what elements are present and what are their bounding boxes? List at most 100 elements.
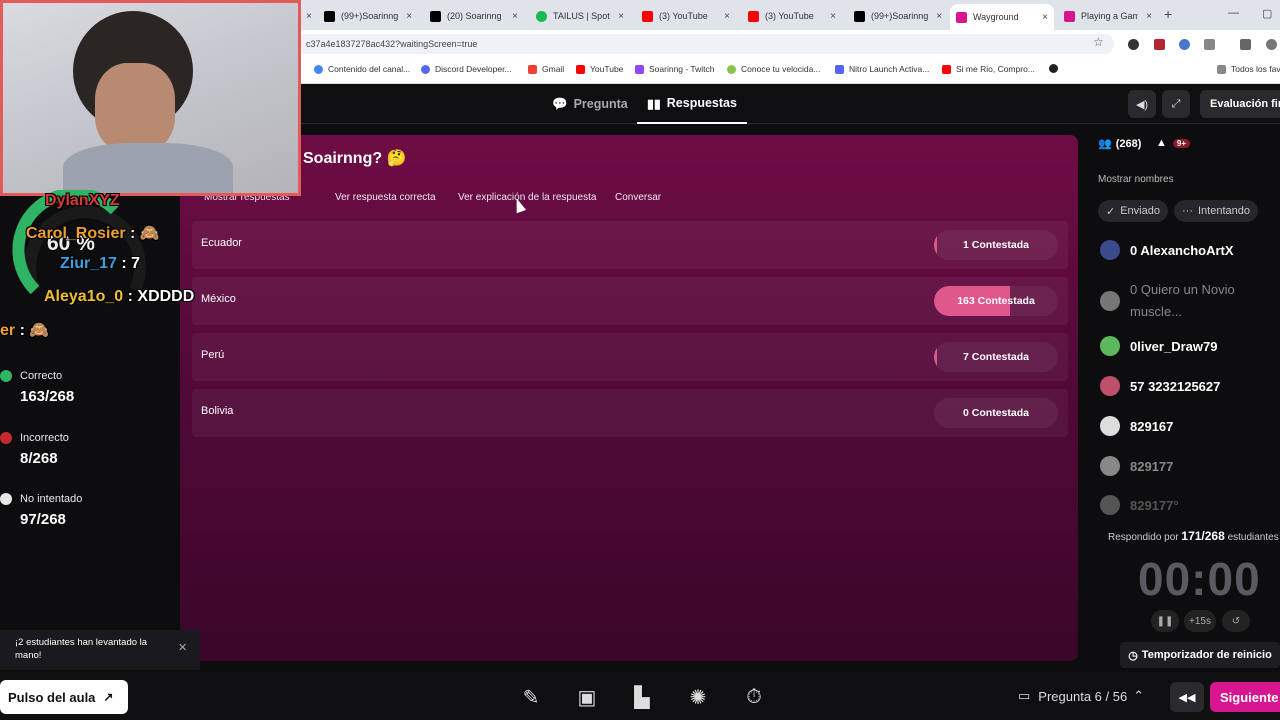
reset-button[interactable]: ↺ bbox=[1222, 610, 1250, 632]
bookmark-label: Nitro Launch Activa... bbox=[849, 64, 930, 74]
class-pulse-button[interactable]: Pulso del aula ↗ bbox=[0, 680, 128, 714]
bookmark-item[interactable]: Contenido del canal... bbox=[314, 64, 410, 74]
alerts-indicator[interactable]: ▲ 9+ bbox=[1156, 137, 1191, 149]
answered-summary: Respondido por 171/268 estudiantes bbox=[1108, 529, 1279, 543]
bookmark-item[interactable]: Gmail bbox=[528, 64, 564, 74]
student-item[interactable]: 0 AlexanchoArtX bbox=[1100, 235, 1234, 265]
volume-button[interactable]: ◀) bbox=[1128, 90, 1156, 118]
student-item[interactable]: 829177 bbox=[1100, 451, 1173, 481]
check-circle-icon bbox=[0, 370, 12, 382]
show-names-toggle[interactable]: Mostrar nombres bbox=[1098, 174, 1174, 185]
close-icon[interactable]: × bbox=[716, 11, 730, 22]
speedtest-icon bbox=[727, 64, 736, 74]
browser-tab[interactable]: (3) YouTube × bbox=[636, 5, 736, 27]
maximize-icon[interactable]: ▢ bbox=[1262, 7, 1272, 20]
browser-tab[interactable]: (99+)Soarinng × bbox=[318, 5, 418, 27]
answered-label: Respondido por bbox=[1108, 532, 1179, 543]
filter-sent-chip[interactable]: ✓ Enviado bbox=[1098, 200, 1168, 222]
close-icon[interactable]: × bbox=[928, 11, 942, 22]
url-text: c37a4e1837278ac432?waitingScreen=true bbox=[306, 39, 478, 49]
browser-tab[interactable]: TAILUS | Spotify× bbox=[530, 5, 630, 27]
browser-tab[interactable]: (20) Soarinng × bbox=[424, 5, 524, 27]
bookmark-label: Soarinng - Twitch bbox=[649, 64, 715, 74]
close-icon[interactable]: × bbox=[1138, 11, 1152, 22]
url-field[interactable]: c37a4e1837278ac432?waitingScreen=true bbox=[296, 34, 1114, 54]
option-label: México bbox=[201, 293, 236, 305]
restart-timer-button[interactable]: ◷ Temporizador de reinicio bbox=[1120, 642, 1280, 668]
extension-icon[interactable] bbox=[1179, 39, 1190, 50]
previous-button[interactable]: ◀◀ bbox=[1170, 682, 1204, 712]
show-correct-answer-button[interactable]: Ver respuesta correcta bbox=[335, 186, 436, 208]
tab-partial[interactable]: × bbox=[300, 5, 312, 27]
bookmark-star-icon[interactable]: ☆ bbox=[1093, 35, 1104, 49]
close-icon[interactable]: × bbox=[1034, 12, 1048, 23]
profile-icon[interactable] bbox=[1266, 39, 1277, 50]
close-icon[interactable]: ✕ bbox=[178, 642, 187, 655]
action-label: Ver explicación de la respuesta bbox=[458, 191, 597, 203]
bookmark-item[interactable]: Si me Rio, Compro... bbox=[942, 64, 1035, 74]
discuss-button[interactable]: Conversar bbox=[615, 186, 661, 208]
bookmark-item[interactable]: Soarinng - Twitch bbox=[635, 64, 715, 74]
filter-trying-chip[interactable]: ··· Intentando bbox=[1174, 200, 1258, 222]
media-icon[interactable] bbox=[1240, 39, 1251, 50]
student-item[interactable]: 0liver_Draw79 bbox=[1100, 331, 1217, 361]
youtube-icon bbox=[942, 64, 951, 74]
stat-value: 8/268 bbox=[20, 450, 58, 467]
close-icon[interactable]: × bbox=[610, 11, 624, 22]
reset-icon: ↺ bbox=[1231, 615, 1241, 627]
answer-option-row: Bolivia 0 Contestada bbox=[192, 389, 1068, 437]
student-item[interactable]: 829177° bbox=[1100, 490, 1179, 520]
bookmark-label: Contenido del canal... bbox=[328, 64, 411, 74]
new-tab-icon[interactable]: + bbox=[1164, 6, 1172, 22]
timer-icon[interactable]: ⏱ bbox=[737, 682, 771, 712]
tab-question[interactable]: 💬 Pregunta bbox=[552, 84, 628, 124]
question-counter[interactable]: ▭ Pregunta 6 / 56 ⌃ bbox=[1018, 688, 1144, 704]
spinner-wheel-icon[interactable]: ✺ bbox=[681, 682, 715, 712]
globe-icon[interactable] bbox=[1049, 64, 1063, 73]
stat-label: Correcto bbox=[20, 370, 63, 382]
extension-icon[interactable] bbox=[1128, 39, 1139, 50]
bookmark-folder[interactable]: Todos los fav bbox=[1217, 64, 1280, 74]
close-icon[interactable]: × bbox=[306, 11, 312, 22]
student-item[interactable]: 0 Quiero un Novio muscle... bbox=[1100, 279, 1250, 323]
minimize-icon[interactable]: — bbox=[1228, 7, 1239, 19]
puzzle-icon[interactable] bbox=[1204, 39, 1215, 50]
close-icon[interactable]: × bbox=[398, 11, 412, 22]
final-evaluation-button[interactable]: Evaluación final bbox=[1200, 90, 1280, 118]
bookmark-item[interactable]: Nitro Launch Activa... bbox=[835, 64, 929, 74]
question-title: Soairnng? 🤔 bbox=[303, 148, 406, 168]
twitch-icon bbox=[635, 64, 644, 74]
student-item[interactable]: 829167 bbox=[1100, 411, 1173, 441]
show-explanation-button[interactable]: Ver explicación de la respuesta bbox=[458, 186, 596, 208]
stairs-icon[interactable]: ▙ bbox=[625, 682, 659, 712]
chat-line: er : 🙈 bbox=[0, 320, 49, 340]
answer-option-row: Perú 7 Contestada bbox=[192, 333, 1068, 381]
add-time-button[interactable]: +15s bbox=[1184, 610, 1216, 632]
tab-label: (99+)Soarinng bbox=[871, 11, 929, 21]
browser-tab[interactable]: (3) YouTube × bbox=[742, 5, 842, 27]
browser-tab[interactable]: Playing a Game× bbox=[1058, 5, 1158, 27]
close-icon[interactable]: × bbox=[504, 11, 518, 22]
bookmark-item[interactable]: Discord Developer... bbox=[421, 64, 512, 74]
chip-label: Enviado bbox=[1120, 205, 1160, 217]
x-circle-icon bbox=[0, 432, 12, 444]
browser-tab-active[interactable]: Wayground × bbox=[950, 4, 1054, 30]
globe-icon-shape bbox=[1049, 64, 1058, 73]
answer-count-pill: 7 Contestada bbox=[934, 342, 1058, 372]
pause-button[interactable]: ❚❚ bbox=[1151, 610, 1179, 632]
browser-tab[interactable]: (99+)Soarinng × bbox=[848, 5, 948, 27]
whiteboard-icon[interactable]: ▣ bbox=[570, 682, 604, 712]
tab-answers[interactable]: ▮▮ Respuestas bbox=[637, 84, 747, 124]
answer-count-pill: 163 Contestada bbox=[934, 286, 1058, 316]
extension-icon[interactable] bbox=[1154, 39, 1165, 50]
bookmark-item[interactable]: Conoce tu velocida... bbox=[727, 64, 820, 74]
chat-message: : XDDDD bbox=[127, 288, 195, 305]
fullscreen-button[interactable]: ⤢ bbox=[1162, 90, 1190, 118]
pen-icon[interactable]: ✎ bbox=[514, 682, 548, 712]
rewind-icon: ◀◀ bbox=[1178, 691, 1196, 704]
bookmark-item[interactable]: YouTube bbox=[576, 64, 623, 74]
student-item[interactable]: 57 3232125627 bbox=[1100, 371, 1220, 401]
gmail-icon bbox=[528, 64, 537, 74]
close-icon[interactable]: × bbox=[822, 11, 836, 22]
next-button[interactable]: Siguiente bbox=[1210, 682, 1280, 712]
